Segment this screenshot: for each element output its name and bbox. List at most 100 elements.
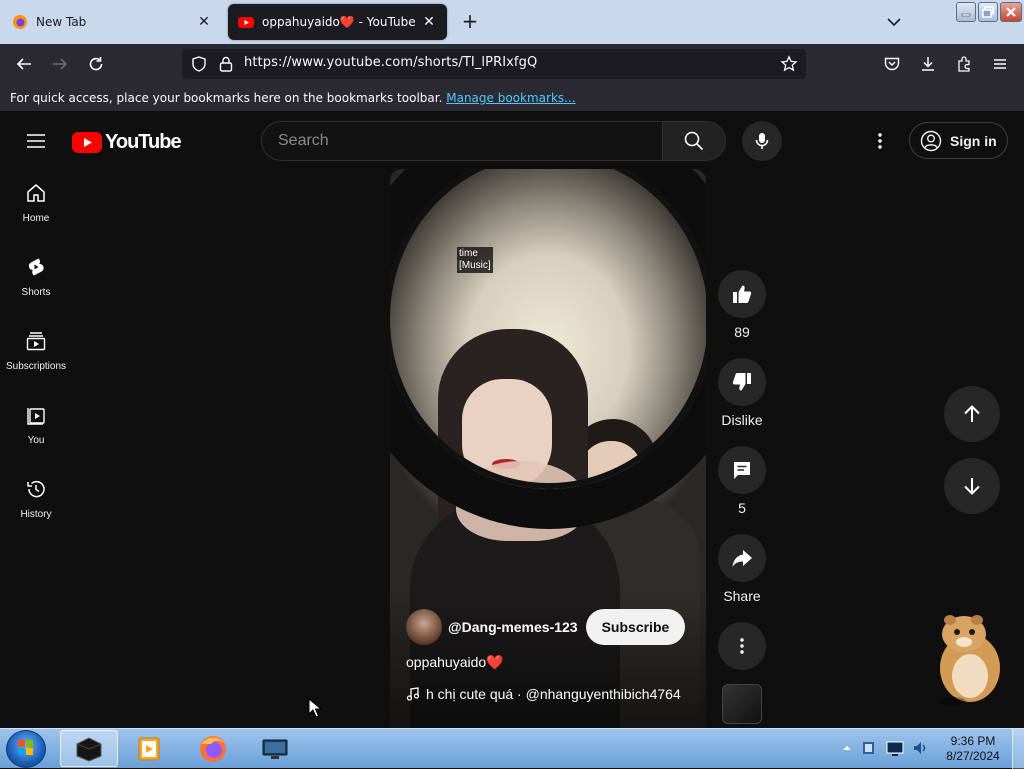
arrow-up-icon [964,405,980,422]
closed-caption: time [Music] [457,247,493,273]
more-actions [718,622,766,670]
show-desktop-button[interactable] [1012,729,1024,769]
search-button[interactable] [662,121,726,161]
new-tab-button[interactable]: + [458,10,482,34]
youtube-page: YouTube Sign in Home Shorts Subscription… [0,112,1024,728]
shorts-video-player[interactable]: time [Music] @Dang-memes-123 Subscribe o… [390,169,706,728]
extensions-icon[interactable] [952,52,976,76]
guide-item-label: History [20,509,52,520]
guide-item-label: Shorts [21,287,51,298]
share-action: Share [718,534,766,604]
channel-name[interactable]: @Dang-memes-123 [448,619,578,635]
search-input[interactable] [278,132,662,150]
monitor-icon [262,739,288,759]
account-icon [920,130,942,151]
short-title[interactable]: oppahuyaido❤️ [406,654,504,671]
media-player-icon [138,737,160,760]
history-icon [27,480,45,498]
chevron-down-icon[interactable] [884,12,904,32]
close-tab-icon[interactable]: ✕ [421,14,437,30]
comments-button[interactable] [718,446,766,494]
guide-item-label: Subscriptions [5,361,67,372]
channel-avatar[interactable] [406,609,442,645]
mouse-cursor-icon [308,698,322,718]
caption-line: time [459,248,478,259]
firefox-icon [12,14,28,30]
voice-search-button[interactable] [742,121,782,161]
subscribe-button[interactable]: Subscribe [585,609,686,645]
search-icon [684,131,704,151]
taskbar-app-terminal[interactable] [60,730,118,767]
close-window-button[interactable] [1000,2,1022,22]
tab-label: New Tab [36,15,87,29]
guide-item-shorts[interactable]: Shorts [0,240,72,314]
more-actions-button[interactable] [718,622,766,670]
like-action: 89 [718,270,766,340]
reload-button[interactable] [84,52,108,76]
short-title-text: oppahuyaido [406,654,487,670]
show-hidden-icons-icon[interactable] [842,743,852,753]
youtube-logo[interactable]: YouTube [72,131,182,154]
search-box[interactable] [261,121,663,161]
taskbar-app-firefox[interactable] [184,730,242,767]
start-button[interactable] [6,730,46,768]
url-bar[interactable]: https://www.youtube.com/shorts/TI_lPRIxf… [182,49,806,79]
restore-window-button[interactable] [978,2,998,22]
sound-thumbnail[interactable] [722,684,762,724]
guide-item-history[interactable]: History [0,462,72,536]
downloads-icon[interactable] [916,52,940,76]
guide-menu-icon[interactable] [24,129,48,153]
settings-more-icon[interactable] [868,129,892,153]
dislike-button[interactable] [718,358,766,406]
minimize-window-button[interactable] [956,2,976,22]
dislike-label: Dislike [721,412,763,428]
caption-line: [Music] [459,260,491,271]
tab-new-tab[interactable]: New Tab ✕ [2,4,222,40]
youtube-play-logo-icon [72,132,102,153]
share-button[interactable] [718,534,766,582]
taskbar-app-media-player[interactable] [120,730,178,767]
guide-item-subscriptions[interactable]: Subscriptions [0,314,72,388]
back-button[interactable] [12,52,36,76]
home-icon [27,184,45,202]
terminal-app-icon [76,736,102,762]
guide-item-you[interactable]: You [0,388,72,462]
shorts-icon [28,258,44,276]
lock-icon[interactable] [218,55,234,73]
firefox-icon [200,735,226,762]
browser-tab-strip: New Tab ✕ oppahuyaido❤️ - YouTube ✕ + [0,0,1024,44]
volume-tray-icon[interactable] [912,739,930,757]
pocket-icon[interactable] [880,52,904,76]
taskbar-app-remote-desktop[interactable] [246,730,304,767]
next-short-button[interactable] [944,458,1000,514]
hamster-sticker-image [922,606,1012,706]
menu-icon[interactable] [988,52,1012,76]
sign-in-button[interactable]: Sign in [909,122,1008,159]
youtube-favicon-icon [238,14,254,30]
tab-youtube[interactable]: oppahuyaido❤️ - YouTube ✕ [228,4,447,40]
comments-action: 5 [718,446,766,516]
comment-count: 5 [738,500,746,516]
like-count: 89 [734,324,750,340]
sound-link[interactable]: h chị cute quá · @nhanguyenthibich4764 [406,686,681,702]
previous-short-button[interactable] [944,386,1000,442]
close-tab-icon[interactable]: ✕ [196,14,212,30]
forward-button[interactable] [48,52,72,76]
more-vertical-icon [740,638,744,654]
you-icon [27,408,45,425]
guide-item-label: Home [22,213,50,224]
like-button[interactable] [718,270,766,318]
display-tray-icon[interactable] [886,739,904,757]
system-tray [842,739,938,757]
tracking-protection-shield-icon[interactable] [190,55,208,73]
taskbar-clock[interactable]: 9:36 PM 8/27/2024 [940,734,1006,764]
arrow-down-icon [964,478,980,495]
manage-bookmarks-link[interactable]: Manage bookmarks... [446,91,575,105]
guide-item-home[interactable]: Home [0,166,72,240]
share-label: Share [723,588,761,604]
thumbs-up-icon [733,285,752,303]
network-tray-icon[interactable] [860,739,878,757]
share-icon [732,550,752,567]
sound-label: h chị cute quá · @nhanguyenthibich4764 [426,686,681,702]
bookmark-star-icon[interactable] [780,55,798,73]
